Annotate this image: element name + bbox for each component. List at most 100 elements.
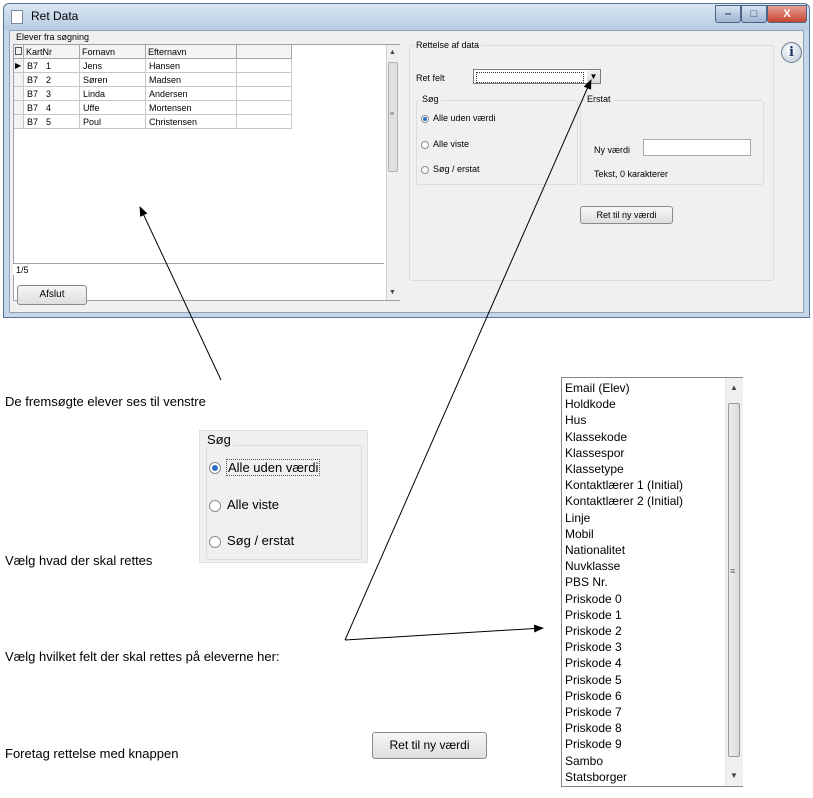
window-client-area: Elever fra søgning KartNr Fornavn Eftern… xyxy=(9,30,804,313)
list-item[interactable]: Priskode 4 xyxy=(565,655,622,671)
cell-extra[interactable] xyxy=(237,59,292,73)
cell-extra[interactable] xyxy=(237,73,292,87)
sog-group-title: Søg xyxy=(420,94,441,104)
list-item[interactable]: Nuvklasse xyxy=(565,558,620,574)
title-bar[interactable]: Ret Data ‒ □ X xyxy=(4,4,809,30)
tekst-hint: Tekst, 0 karakterer xyxy=(594,169,669,179)
scroll-up-arrow-icon[interactable]: ▲ xyxy=(389,49,396,56)
close-button[interactable]: X xyxy=(767,5,807,23)
list-item[interactable]: Nationalitet xyxy=(565,542,625,558)
list-item[interactable]: Linje xyxy=(565,510,590,526)
annotation-apply: Foretag rettelse med knappen xyxy=(5,746,179,761)
cell-efternavn[interactable]: Madsen xyxy=(146,73,237,87)
cell-kartnr[interactable]: 3 xyxy=(43,87,80,101)
list-item[interactable]: Priskode 1 xyxy=(565,607,622,623)
grid-header-corner[interactable] xyxy=(14,45,24,59)
cell-fornavn[interactable]: Søren xyxy=(80,73,146,87)
cell-kartnr[interactable]: 5 xyxy=(43,115,80,129)
cell-klasse[interactable]: B7 xyxy=(24,73,43,87)
maximize-button[interactable]: □ xyxy=(741,5,767,23)
list-item[interactable]: Priskode 7 xyxy=(565,704,622,720)
cell-efternavn[interactable]: Andersen xyxy=(146,87,237,101)
cell-klasse[interactable]: B7 xyxy=(24,87,43,101)
radio-icon[interactable] xyxy=(209,536,221,548)
chevron-down-icon[interactable]: ▼ xyxy=(587,70,600,83)
cell-kartnr[interactable]: 1 xyxy=(43,59,80,73)
list-item[interactable]: Email (Elev) xyxy=(565,380,630,396)
scrollbar-thumb[interactable] xyxy=(728,403,740,757)
radio-selected-icon[interactable] xyxy=(209,462,221,474)
list-item[interactable]: Statsborger xyxy=(565,769,627,785)
radio-icon[interactable] xyxy=(209,500,221,512)
dropdown-scrollbar[interactable]: ▲ ≡ ▼ xyxy=(725,378,743,786)
list-item[interactable]: Kontaktlærer 1 (Initial) xyxy=(565,477,683,493)
cell-fornavn[interactable]: Linda xyxy=(80,87,146,101)
ret-data-window: Ret Data ‒ □ X Elever fra søgning KartNr… xyxy=(3,3,810,318)
radio-label: Alle uden værdi xyxy=(226,459,321,476)
cell-extra[interactable] xyxy=(237,115,292,129)
list-item[interactable]: Priskode 3 xyxy=(565,639,622,655)
cell-efternavn[interactable]: Hansen xyxy=(146,59,237,73)
cell-extra[interactable] xyxy=(237,101,292,115)
radio-icon[interactable] xyxy=(421,166,429,174)
minimize-button[interactable]: ‒ xyxy=(715,5,741,23)
cell-klasse[interactable]: B7 xyxy=(24,59,43,73)
grid-vertical-scrollbar[interactable]: ▲ ≡ ▼ xyxy=(386,45,400,300)
scroll-up-arrow-icon[interactable]: ▲ xyxy=(730,383,738,392)
cell-extra[interactable] xyxy=(237,87,292,101)
list-item[interactable]: Klassespor xyxy=(565,445,624,461)
scroll-down-arrow-icon[interactable]: ▼ xyxy=(730,771,738,780)
row-selector[interactable] xyxy=(14,101,24,115)
list-item[interactable]: Mobil xyxy=(565,526,594,542)
window-title: Ret Data xyxy=(31,9,79,23)
radio-selected-icon[interactable] xyxy=(421,115,429,123)
row-selector[interactable] xyxy=(14,115,24,129)
document-icon xyxy=(11,10,23,24)
radio-label: Alle uden værdi xyxy=(433,113,496,123)
scrollbar-grip-icon: ≡ xyxy=(730,566,736,576)
cell-klasse[interactable]: B7 xyxy=(24,101,43,115)
list-item[interactable]: PBS Nr. xyxy=(565,574,608,590)
list-item[interactable]: Hus xyxy=(565,412,586,428)
cell-kartnr[interactable]: 2 xyxy=(43,73,80,87)
cell-efternavn[interactable]: Christensen xyxy=(146,115,237,129)
scroll-down-arrow-icon[interactable]: ▼ xyxy=(389,289,396,296)
row-selector[interactable] xyxy=(14,87,24,101)
sog-zoom-panel: Søg Alle uden værdi Alle viste Søg / ers… xyxy=(199,430,368,563)
list-item[interactable]: Priskode 8 xyxy=(565,720,622,736)
info-icon[interactable]: i xyxy=(781,42,802,63)
list-item[interactable]: Priskode 5 xyxy=(565,672,622,688)
cell-fornavn[interactable]: Uffe xyxy=(80,101,146,115)
list-item[interactable]: Holdkode xyxy=(565,396,616,412)
column-header-extra xyxy=(237,45,292,59)
afslut-button[interactable]: Afslut xyxy=(17,285,87,305)
field-dropdown-list[interactable]: Email (Elev) Holdkode Hus Klassekode Kla… xyxy=(561,377,743,787)
cell-fornavn[interactable]: Poul xyxy=(80,115,146,129)
row-selector[interactable] xyxy=(14,73,24,87)
cell-klasse[interactable]: B7 xyxy=(24,115,43,129)
column-header-fornavn[interactable]: Fornavn xyxy=(80,45,146,59)
ret-felt-dropdown[interactable]: ▼ xyxy=(473,69,601,84)
radio-icon[interactable] xyxy=(421,141,429,149)
list-item[interactable]: Klassekode xyxy=(565,429,627,445)
row-selector-current[interactable]: ▶ xyxy=(14,59,24,73)
column-header-efternavn[interactable]: Efternavn xyxy=(146,45,237,59)
cell-efternavn[interactable]: Mortensen xyxy=(146,101,237,115)
radio-label: Søg / erstat xyxy=(227,533,295,548)
column-header-kartnr[interactable]: KartNr xyxy=(24,45,80,59)
ny-vaerdi-input[interactable] xyxy=(643,139,751,156)
list-item[interactable]: Priskode 0 xyxy=(565,591,622,607)
list-item[interactable]: Sambo xyxy=(565,753,603,769)
cell-kartnr[interactable]: 4 xyxy=(43,101,80,115)
ret-felt-value xyxy=(476,72,584,83)
list-item[interactable]: Priskode 2 xyxy=(565,623,622,639)
list-item[interactable]: Kontaktlærer 2 (Initial) xyxy=(565,493,683,509)
list-item[interactable]: Priskode 9 xyxy=(565,736,622,752)
ret-til-ny-vaerdi-button[interactable]: Ret til ny værdi xyxy=(580,206,673,224)
list-item[interactable]: Klassetype xyxy=(565,461,624,477)
cell-fornavn[interactable]: Jens xyxy=(80,59,146,73)
annotation-field: Vælg hvilket felt der skal rettes på ele… xyxy=(5,649,280,664)
ret-til-ny-vaerdi-button-large[interactable]: Ret til ny værdi xyxy=(372,732,487,759)
list-item[interactable]: Priskode 6 xyxy=(565,688,622,704)
grid-settings-icon[interactable] xyxy=(15,47,22,55)
